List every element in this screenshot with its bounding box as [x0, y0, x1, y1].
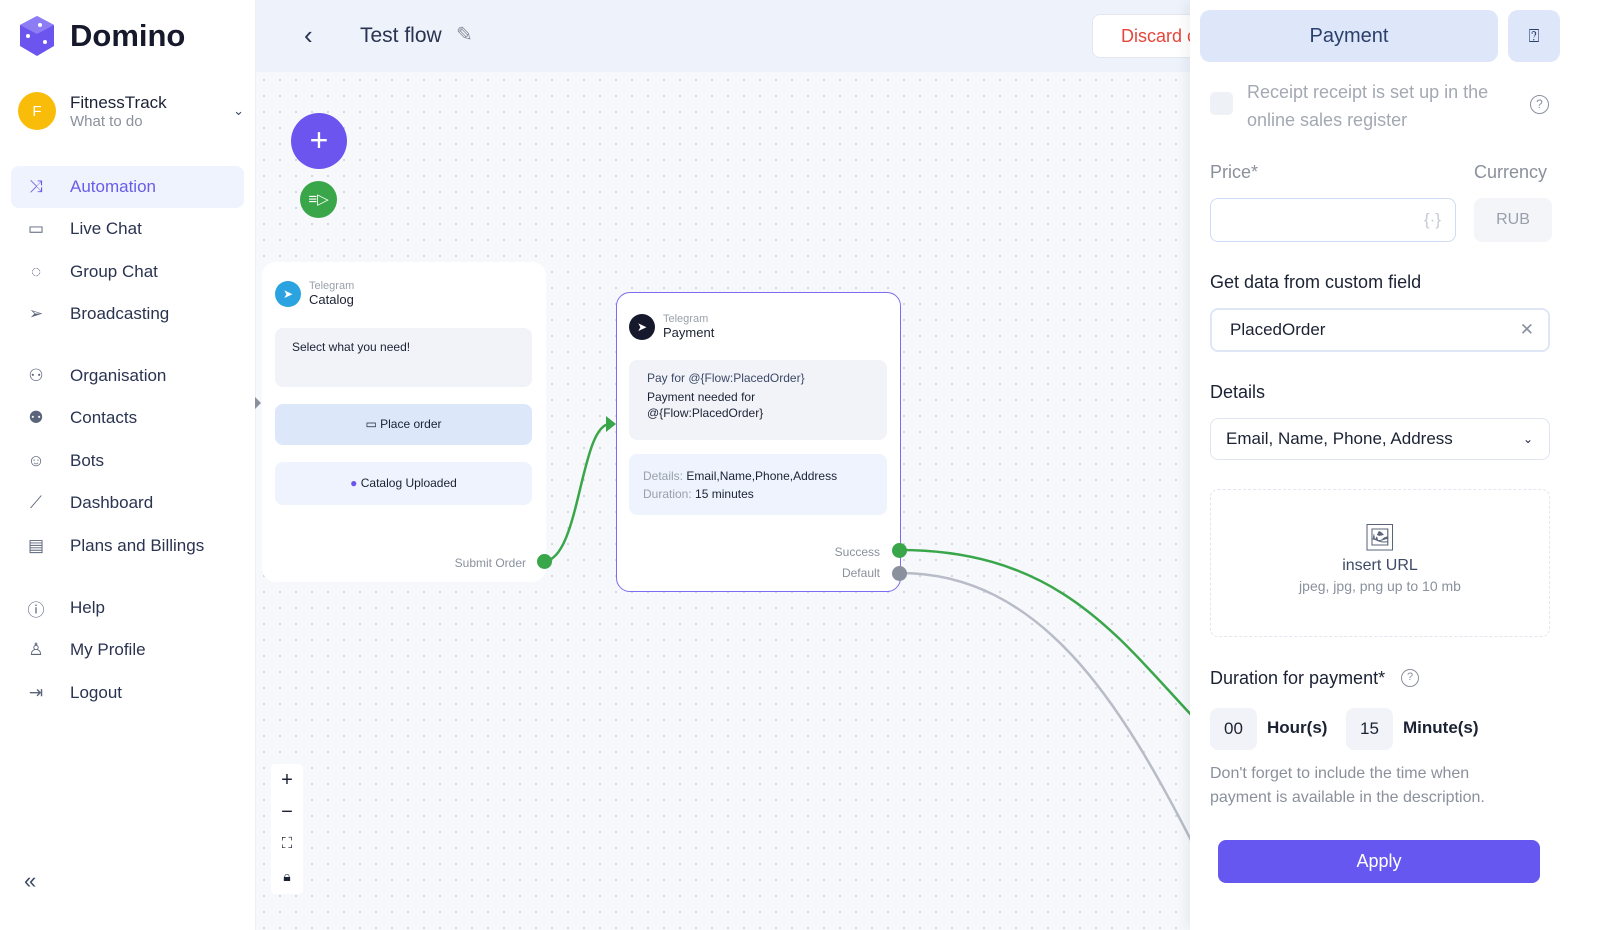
hours-label: Hour(s): [1267, 718, 1328, 737]
payment-message: Pay for @{Flow:PlacedOrder} Payment need…: [629, 360, 887, 440]
connection-default: [899, 571, 1198, 851]
window-icon: ▭: [365, 417, 381, 431]
price-label: Price*: [1210, 162, 1259, 182]
currency-select[interactable]: RUB: [1474, 198, 1552, 242]
connection-arrow: [606, 416, 616, 432]
connection-success: [899, 548, 1197, 721]
default-port[interactable]: [892, 566, 907, 581]
chevron-down-icon: ⌄: [1522, 432, 1533, 446]
play-icon: ●: [350, 476, 361, 490]
catalog-uploaded-button[interactable]: ● Catalog Uploaded: [275, 462, 532, 505]
custom-field-label: Get data from custom field: [1210, 272, 1422, 292]
lock-icon[interactable]: 🔒︎: [271, 860, 303, 892]
panel-title: Payment: [1200, 10, 1498, 62]
info-icon[interactable]: ?: [1401, 669, 1419, 687]
zoom-in-button[interactable]: +: [271, 764, 303, 796]
node-title: Payment: [663, 325, 715, 340]
variable-braces-icon[interactable]: {·}: [1424, 210, 1441, 230]
place-order-button[interactable]: ▭ Place order: [275, 404, 532, 445]
receipt-checkbox[interactable]: [1210, 92, 1233, 115]
zoom-out-button[interactable]: −: [271, 796, 303, 828]
connection-submit-to-payment: [543, 422, 611, 563]
success-port[interactable]: [892, 543, 907, 558]
add-node-button[interactable]: +: [291, 113, 347, 169]
info-icon[interactable]: ?: [1530, 95, 1549, 114]
details-label: Details: [1210, 382, 1266, 402]
duration-label: Duration for payment*: [1210, 668, 1386, 688]
minutes-input[interactable]: 15: [1346, 708, 1393, 750]
duration-label: Duration:: [643, 487, 692, 501]
hours-input[interactable]: 00: [1210, 708, 1257, 750]
price-input[interactable]: {·}: [1210, 198, 1456, 242]
node-channel: Telegram: [309, 280, 355, 292]
payment-settings-panel: Payment ⍰ Receipt receipt is set up in t…: [1190, 0, 1600, 930]
zoom-controls: + − ⛶ 🔒︎: [271, 764, 303, 894]
upload-hint: jpeg, jpg, png up to 10 mb: [1299, 578, 1461, 594]
payment-node[interactable]: ➤ Telegram Payment Pay for @{Flow:PlacedO…: [616, 292, 901, 592]
currency-label: Currency: [1474, 162, 1548, 182]
minutes-label: Minute(s): [1403, 718, 1479, 737]
apply-button[interactable]: Apply: [1218, 840, 1540, 883]
upload-label: insert URL: [1342, 557, 1418, 574]
clear-icon[interactable]: ✕: [1520, 320, 1534, 340]
port-label-default: Default: [841, 566, 880, 580]
port-label: Submit Order: [454, 556, 526, 570]
node-title: Catalog: [309, 292, 354, 307]
details-value: Email,Name,Phone,Address: [686, 469, 838, 483]
image-upload-area[interactable]: 🖼︎ insert URL jpeg, jpg, png up to 10 mb: [1210, 489, 1550, 637]
details-label: Details:: [643, 469, 684, 483]
telegram-icon: ➤: [275, 280, 301, 307]
button-label: Place order: [380, 417, 442, 431]
receipt-label: Receipt receipt is set up in the online …: [1247, 82, 1489, 130]
custom-field-input[interactable]: PlacedOrder ✕: [1210, 308, 1550, 352]
collapse-handle-icon: [255, 397, 261, 409]
button-label: Catalog Uploaded: [360, 476, 457, 490]
duration-note: Don't forget to include the time when pa…: [1210, 765, 1485, 806]
fit-view-icon[interactable]: ⛶: [271, 828, 303, 860]
message-box: Select what you need!: [275, 328, 532, 387]
details-select[interactable]: Email, Name, Phone, Address ⌄: [1210, 418, 1550, 460]
start-flow-button[interactable]: ≡▷: [300, 181, 337, 218]
telegram-icon: ➤: [629, 313, 655, 340]
payment-line: Payment needed for @{Flow:PlacedOrder}: [647, 390, 764, 420]
custom-field-value: PlacedOrder: [1230, 320, 1326, 339]
port-label-success: Success: [834, 545, 880, 559]
catalog-node[interactable]: ➤ Telegram Catalog Select what you need! …: [262, 262, 546, 582]
help-chat-icon[interactable]: ⍰: [1508, 10, 1560, 62]
node-channel: Telegram: [663, 313, 709, 325]
payment-details: Details: Email,Name,Phone,Address Durati…: [629, 454, 887, 515]
details-value: Email, Name, Phone, Address: [1226, 429, 1453, 448]
duration-value: 15 minutes: [695, 487, 754, 501]
payment-line: Pay for @{Flow:PlacedOrder}: [647, 371, 805, 385]
image-icon: 🖼︎: [1363, 522, 1397, 552]
submit-order-port[interactable]: [537, 554, 552, 569]
